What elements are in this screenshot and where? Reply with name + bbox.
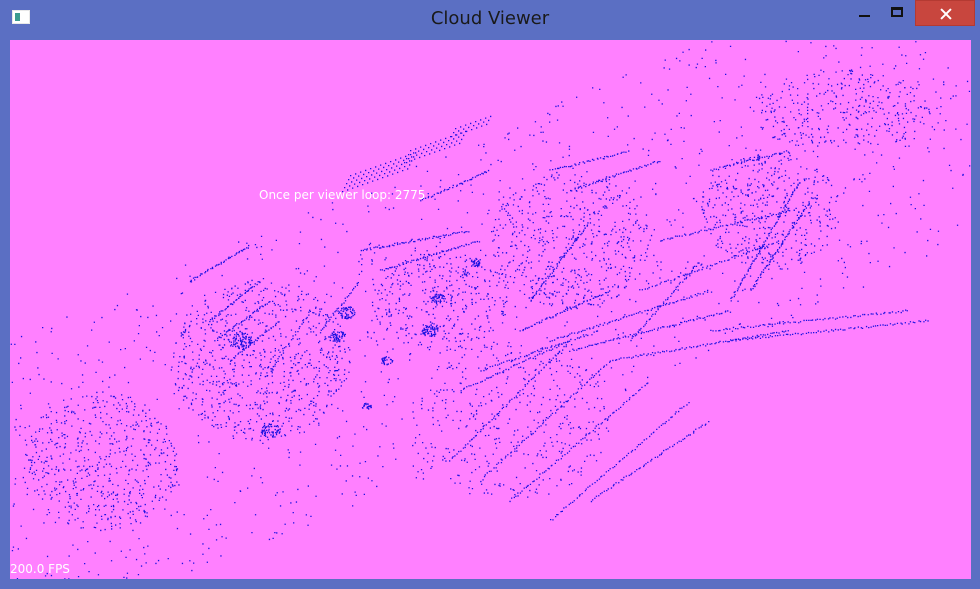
point-cloud-viewport[interactable]: Once per viewer loop: 2775 200.0 FPS (10, 40, 971, 579)
cloud-viewer-window: Cloud Viewer Once per viewer loop: 2775 … (0, 0, 980, 589)
point-cloud-points (10, 40, 971, 579)
minimize-button[interactable] (850, 0, 878, 26)
title-bar[interactable]: Cloud Viewer (0, 0, 980, 38)
maximize-button[interactable] (883, 0, 911, 26)
loop-counter-text: Once per viewer loop: 2775 (259, 188, 426, 202)
fps-counter-text: 200.0 FPS (10, 562, 70, 576)
close-button[interactable] (915, 0, 975, 26)
point-cloud (10, 40, 971, 579)
window-title: Cloud Viewer (430, 8, 550, 29)
